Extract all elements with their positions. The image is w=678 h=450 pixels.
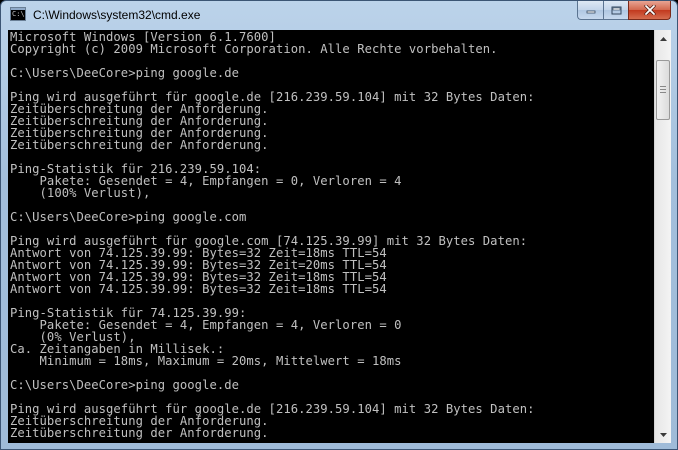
cmd-window: C:\ C:\Windows\system32\cmd.exe Microsof… xyxy=(0,0,678,450)
console-output-area[interactable]: Microsoft Windows [Version 6.1.7600] Cop… xyxy=(8,30,654,443)
console-line: Antwort von 74.125.39.99: Bytes=32 Zeit=… xyxy=(10,282,387,296)
window-title: C:\Windows\system32\cmd.exe xyxy=(33,8,201,22)
scroll-thumb[interactable] xyxy=(656,60,670,120)
vertical-scrollbar[interactable] xyxy=(654,30,671,443)
console-line: Copyright (c) 2009 Microsoft Corporation… xyxy=(10,42,498,56)
scroll-up-arrow-icon xyxy=(659,36,667,41)
minimize-icon xyxy=(586,10,595,14)
close-icon xyxy=(643,5,656,15)
console-line: C:\Users\DeeCore>ping google.de xyxy=(10,378,240,392)
thumb-grip-line xyxy=(660,92,666,93)
minimize-button[interactable] xyxy=(577,1,603,20)
cmd-icon[interactable]: C:\ xyxy=(10,7,26,21)
cmd-icon-bar xyxy=(11,8,25,10)
console-line: Zeitüberschreitung der Anforderung. xyxy=(10,426,269,440)
maximize-button[interactable] xyxy=(603,1,628,20)
thumb-grip-line xyxy=(660,86,666,87)
scroll-up-button[interactable] xyxy=(655,30,671,47)
scroll-down-button[interactable] xyxy=(655,426,671,443)
console-line: Zeitüberschreitung der Anforderung. xyxy=(10,138,269,152)
console-text: Microsoft Windows [Version 6.1.7600] Cop… xyxy=(10,31,535,439)
title-bar[interactable]: C:\ C:\Windows\system32\cmd.exe xyxy=(1,1,677,30)
console-line: C:\Users\DeeCore>ping google.de xyxy=(10,66,240,80)
caption-buttons xyxy=(577,1,671,20)
close-button[interactable] xyxy=(628,1,671,20)
console-line: Minimum = 18ms, Maximum = 20ms, Mittelwe… xyxy=(10,354,402,368)
maximize-icon xyxy=(611,6,621,14)
cmd-icon-text: C:\ xyxy=(12,10,25,18)
thumb-grip-line xyxy=(660,89,666,90)
console-line: (100% Verlust), xyxy=(10,186,151,200)
console-line: C:\Users\DeeCore>ping google.com xyxy=(10,210,247,224)
scroll-down-arrow-icon xyxy=(659,432,667,437)
